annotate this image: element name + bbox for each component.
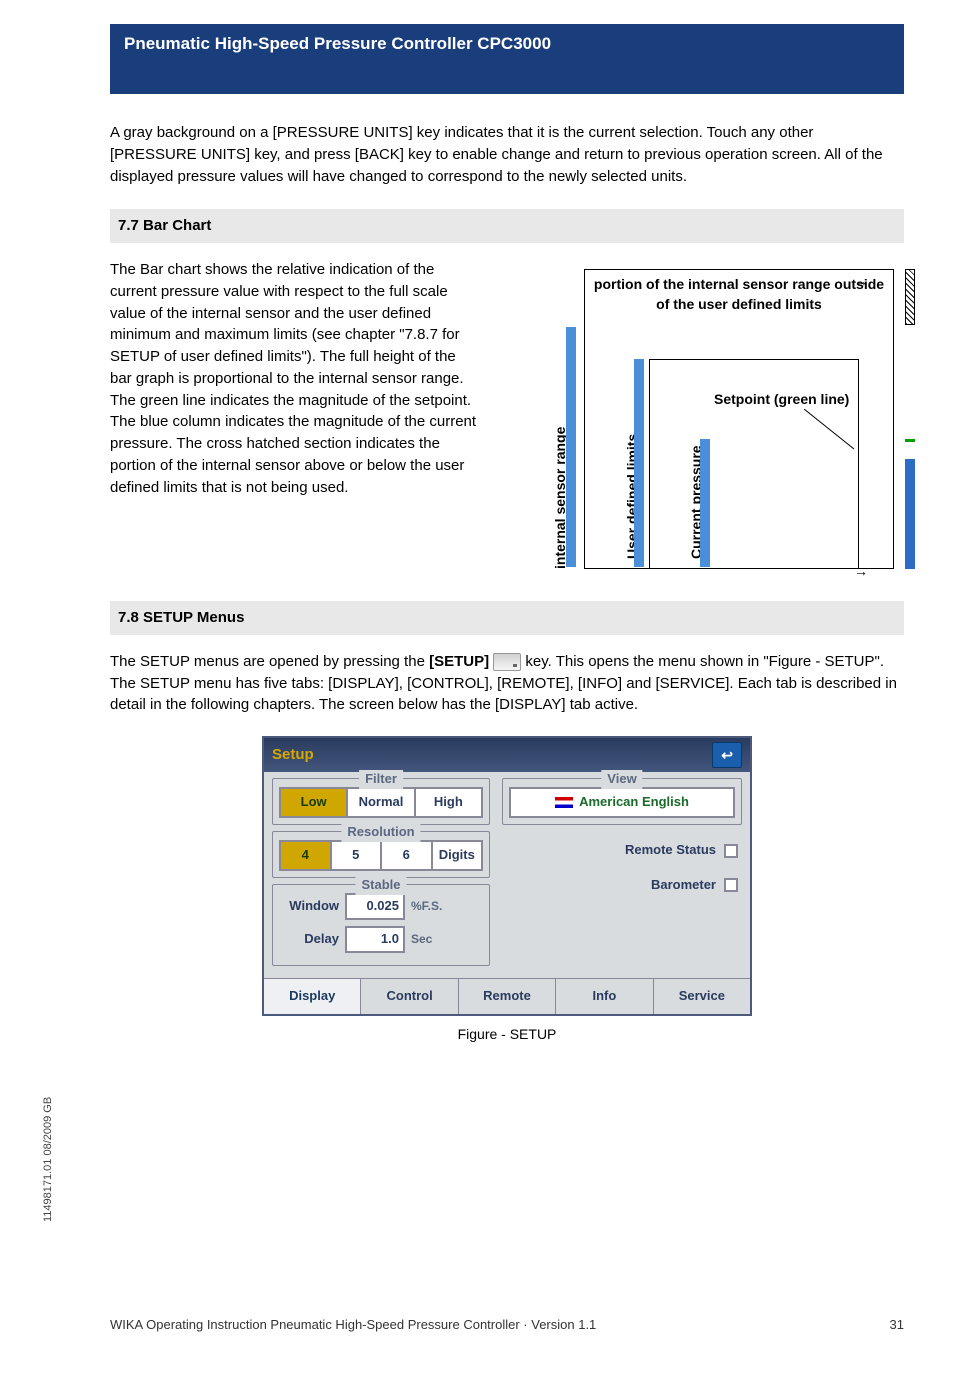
filter-group: Filter LowNormalHigh (272, 778, 490, 825)
barchart-row: The Bar chart shows the relative indicat… (110, 259, 904, 579)
filter-option-high[interactable]: High (416, 787, 483, 818)
window-value[interactable]: 0.025 (345, 893, 405, 920)
diagram-top-label: portion of the internal sensor range out… (589, 274, 889, 315)
resolution-option-6[interactable]: 6 (382, 840, 433, 871)
resolution-option-5[interactable]: 5 (332, 840, 383, 871)
resolution-legend: Resolution (341, 823, 420, 842)
barometer-row[interactable]: Barometer (502, 876, 738, 895)
resolution-group: Resolution 456Digits (272, 831, 490, 878)
diagram-hatch (905, 269, 915, 325)
setup-window-title: Setup (272, 744, 314, 766)
setup-key-icon (493, 653, 521, 671)
filter-option-low[interactable]: Low (279, 787, 348, 818)
resolution-option-4[interactable]: 4 (279, 840, 332, 871)
delay-unit: Sec (411, 931, 432, 948)
tab-info[interactable]: Info (556, 979, 653, 1014)
setup-key-label: [SETUP] (429, 653, 489, 670)
diagram-setpoint-arrow (804, 409, 864, 469)
content-area: A gray background on a [PRESSURE UNITS] … (110, 122, 904, 1044)
stable-group: Stable Window 0.025 %F.S. Delay 1.0 Sec (272, 884, 490, 966)
page-number: 31 (890, 1317, 904, 1332)
remote-status-row[interactable]: Remote Status (502, 841, 738, 860)
diagram-bar-internal (566, 327, 576, 567)
diagram-blue-column (905, 459, 915, 569)
arrow-icon: → (854, 271, 868, 291)
back-button[interactable]: ↩ (712, 742, 742, 768)
section-heading-78: 7.8 SETUP Menus (110, 601, 904, 635)
filter-option-normal[interactable]: Normal (348, 787, 415, 818)
flag-icon (555, 797, 573, 808)
barometer-checkbox[interactable] (724, 878, 738, 892)
stable-legend: Stable (355, 876, 406, 895)
footer-text: WIKA Operating Instruction Pneumatic Hig… (110, 1317, 596, 1332)
barometer-label: Barometer (651, 876, 716, 895)
language-label: American English (579, 793, 689, 812)
setup-titlebar: Setup ↩ (264, 738, 750, 772)
section-heading-77: 7.7 Bar Chart (110, 209, 904, 243)
window-label: Window (279, 897, 339, 916)
view-legend: View (601, 770, 642, 789)
delay-label: Delay (279, 930, 339, 949)
setup-paragraph: The SETUP menus are opened by pressing t… (110, 651, 904, 716)
tab-remote[interactable]: Remote (459, 979, 556, 1014)
remote-status-label: Remote Status (625, 841, 716, 860)
diagram-setpoint-label: Setpoint (green line) (714, 389, 849, 409)
tab-display[interactable]: Display (264, 979, 361, 1014)
setup-tabs: DisplayControlRemoteInfoService (264, 978, 750, 1014)
window-unit: %F.S. (411, 898, 442, 915)
page-header: Pneumatic High-Speed Pressure Controller… (110, 24, 904, 94)
tab-service[interactable]: Service (654, 979, 750, 1014)
header-title: Pneumatic High-Speed Pressure Controller… (124, 34, 551, 53)
setup-screenshot: Setup ↩ Filter LowNormalHigh Resolution … (262, 736, 752, 1016)
tab-control[interactable]: Control (361, 979, 458, 1014)
remote-status-checkbox[interactable] (724, 844, 738, 858)
arrow-icon: → (854, 561, 868, 581)
figure-caption: Figure - SETUP (110, 1024, 904, 1044)
delay-value[interactable]: 1.0 (345, 926, 405, 953)
document-reference: 11498171.01 08/2009 GB (42, 1097, 54, 1222)
diagram-bar-user (634, 359, 644, 567)
resolution-option-digits[interactable]: Digits (433, 840, 484, 871)
diagram-bar-current (700, 439, 710, 567)
filter-legend: Filter (359, 770, 403, 789)
barchart-text: The Bar chart shows the relative indicat… (110, 259, 480, 579)
diagram-green-line (905, 439, 915, 442)
setup-para-before: The SETUP menus are opened by pressing t… (110, 653, 429, 670)
language-button[interactable]: American English (509, 787, 735, 818)
view-group: View American English (502, 778, 742, 825)
barchart-diagram: portion of the internal sensor range out… (504, 259, 904, 579)
page-footer: WIKA Operating Instruction Pneumatic Hig… (110, 1317, 904, 1332)
intro-paragraph: A gray background on a [PRESSURE UNITS] … (110, 122, 904, 187)
